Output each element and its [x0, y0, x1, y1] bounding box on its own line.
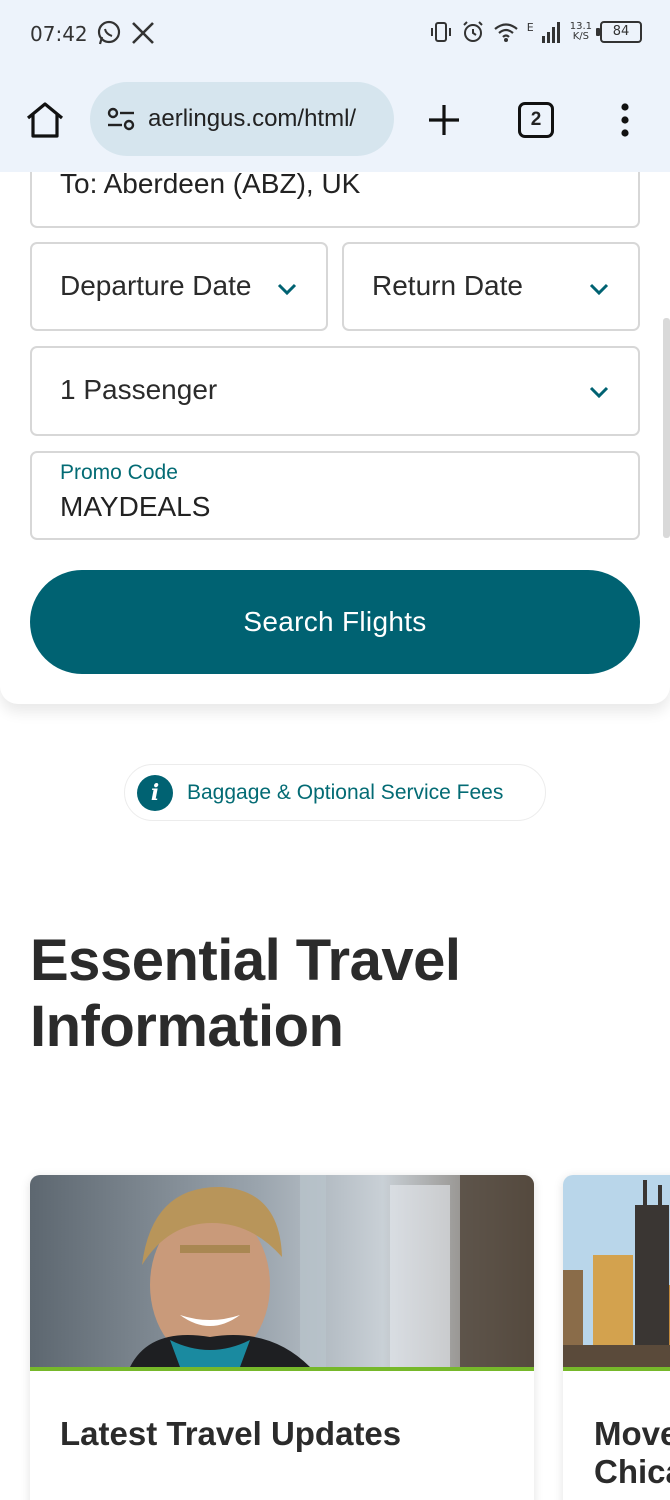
chevron-down-icon — [277, 283, 297, 296]
more-vert-icon[interactable] — [614, 100, 636, 140]
departure-date-select[interactable]: Departure Date — [30, 242, 328, 331]
card-description — [60, 1493, 500, 1500]
browser-chrome: 07:42 E 13.1 K/S 84 aerlingus.com/html/ … — [0, 0, 670, 172]
section-title: Essential Travel Information — [30, 928, 461, 1059]
tab-switcher-button[interactable]: 2 — [518, 102, 554, 138]
status-icons: E 13.1 K/S 84 — [429, 20, 642, 44]
passenger-label: 1 Passenger — [60, 374, 218, 405]
info-icon: i — [137, 774, 173, 811]
chevron-down-icon — [589, 386, 609, 399]
promo-code-label: Promo Code — [60, 461, 178, 484]
x-icon — [132, 22, 154, 44]
battery-indicator: 84 — [596, 21, 642, 43]
status-time: 07:42 — [30, 22, 88, 46]
signal-icon — [541, 22, 560, 43]
page-scrollbar[interactable] — [663, 318, 670, 538]
promo-code-field[interactable]: Promo Code MAYDEALS — [30, 451, 640, 540]
url-text[interactable]: aerlingus.com/html/ — [148, 105, 384, 133]
whatsapp-icon — [97, 20, 121, 45]
search-flights-button[interactable]: Search Flights — [30, 570, 640, 674]
site-settings-icon[interactable] — [106, 105, 136, 133]
address-bar[interactable]: aerlingus.com/html/ — [90, 82, 394, 156]
passenger-select[interactable]: 1 Passenger — [30, 346, 640, 436]
card-accent-line — [30, 1367, 534, 1371]
chicago-card[interactable]: Move Chica — [563, 1175, 670, 1500]
departure-date-label: Departure Date — [60, 270, 252, 301]
chicago-skyline-photo — [563, 1175, 670, 1367]
chevron-down-icon — [589, 283, 609, 296]
card-title: Latest Travel Updates — [60, 1415, 402, 1452]
home-icon[interactable] — [24, 100, 66, 140]
promo-code-value[interactable]: MAYDEALS — [60, 491, 210, 523]
card-title: Move Chica — [594, 1415, 670, 1490]
destination-value: To: Aberdeen (ABZ), UK — [60, 168, 361, 199]
baggage-fees-link[interactable]: i Baggage & Optional Service Fees — [124, 764, 546, 821]
net-speed: 13.1 K/S — [569, 21, 592, 42]
card-accent-line — [563, 1367, 670, 1371]
network-type: E — [526, 20, 534, 34]
wifi-icon — [494, 23, 518, 42]
alarm-icon — [463, 21, 483, 42]
status-bar: 07:42 E 13.1 K/S 84 — [0, 0, 670, 68]
vibrate-icon — [430, 22, 451, 42]
return-date-label: Return Date — [372, 270, 523, 301]
return-date-select[interactable]: Return Date — [342, 242, 640, 331]
baggage-fees-label: Baggage & Optional Service Fees — [187, 780, 504, 804]
travel-updates-card[interactable]: Latest Travel Updates — [30, 1175, 534, 1500]
cabin-crew-photo — [30, 1175, 534, 1367]
plus-icon[interactable] — [424, 100, 464, 140]
